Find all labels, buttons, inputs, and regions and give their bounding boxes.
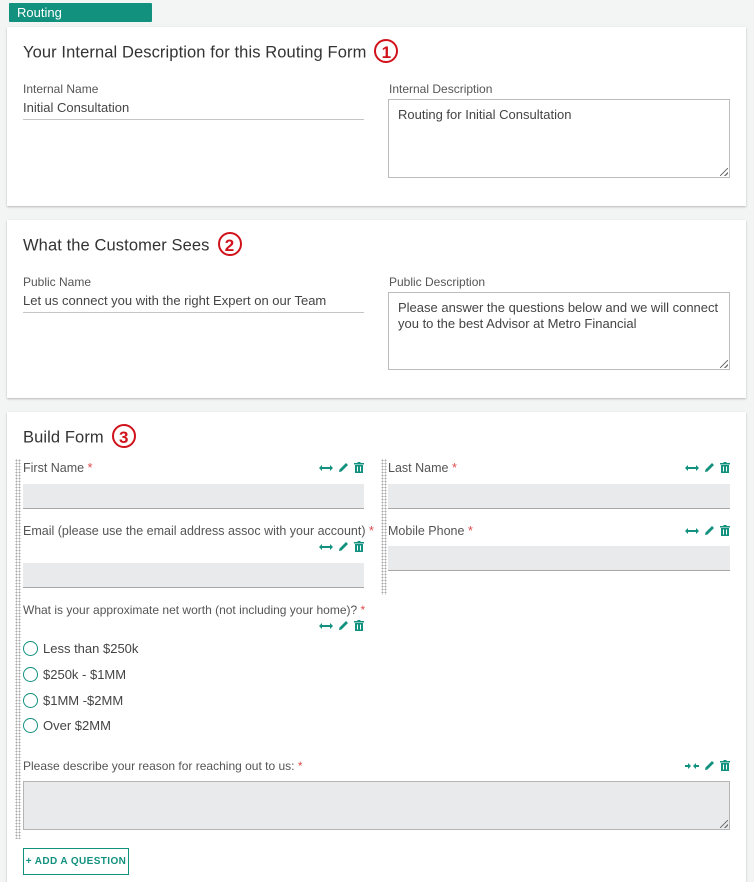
question-label-text: What is your approximate net worth (not … [23, 603, 358, 617]
question-label-text: Email (please use the email address asso… [23, 524, 366, 538]
radio-option-label: Over $2MM [43, 718, 111, 733]
customer-sees-card: What the Customer Sees 2 Public Name Let … [7, 220, 746, 398]
edit-pencil-icon[interactable] [338, 620, 349, 631]
reason-textarea[interactable] [23, 781, 730, 830]
trash-icon[interactable] [720, 525, 730, 536]
required-marker: * [369, 524, 374, 538]
question-actions [685, 760, 730, 771]
last-name-input[interactable] [388, 484, 730, 509]
internal-description-text: Routing for Initial Consultation [398, 107, 572, 122]
edit-pencil-icon[interactable] [704, 760, 715, 771]
expand-width-icon[interactable] [685, 526, 699, 536]
question-label: First Name * [23, 461, 92, 475]
section-title: Build Form 3 [23, 424, 136, 450]
section-title: What the Customer Sees 2 [23, 232, 242, 258]
resize-handle[interactable] [720, 360, 728, 368]
internal-name-input[interactable]: Initial Consultation [23, 100, 364, 120]
public-name-label: Public Name [23, 275, 92, 289]
internal-description-card: Your Internal Description for this Routi… [7, 27, 746, 206]
required-marker: * [297, 759, 303, 773]
question-label-text: Mobile Phone [388, 524, 465, 538]
trash-icon[interactable] [354, 541, 364, 552]
question-label-text: First Name [23, 461, 85, 475]
step-badge-2: 2 [217, 232, 242, 256]
public-description-text: Please answer the questions below and we… [398, 300, 719, 331]
public-description-label: Public Description [389, 275, 486, 289]
expand-width-icon[interactable] [685, 463, 699, 473]
question-actions [685, 462, 730, 473]
public-name-input[interactable]: Let us connect you with the right Expert… [23, 293, 364, 313]
question-label: Please describe your reason for reaching… [23, 759, 303, 773]
question-actions [685, 525, 730, 536]
internal-description-textarea[interactable]: Routing for Initial Consultation [388, 99, 730, 178]
build-form-card: Build Form 3 First Name * Last Name * Ema… [7, 412, 746, 882]
mobile-phone-input[interactable] [388, 546, 730, 571]
expand-width-icon[interactable] [319, 463, 333, 473]
trash-icon[interactable] [354, 462, 364, 473]
trash-icon[interactable] [354, 620, 364, 631]
step-badge-1: 1 [374, 39, 399, 63]
edit-pencil-icon[interactable] [338, 541, 349, 552]
required-marker: * [451, 461, 457, 475]
edit-pencil-icon[interactable] [704, 525, 715, 536]
section-title-text: Your Internal Description for this Routi… [23, 43, 367, 62]
question-label-text: Please describe your reason for reaching… [23, 759, 295, 773]
expand-width-icon[interactable] [319, 621, 333, 631]
edit-pencil-icon[interactable] [704, 462, 715, 473]
compress-width-icon[interactable] [685, 761, 699, 771]
radio-button[interactable] [23, 667, 38, 682]
resize-handle[interactable] [720, 168, 728, 176]
add-question-button[interactable]: + ADD A QUESTION [23, 848, 129, 875]
resize-handle[interactable] [720, 820, 728, 828]
question-actions [319, 462, 364, 473]
public-description-textarea[interactable]: Please answer the questions below and we… [388, 292, 730, 370]
radio-option-label: Less than $250k [43, 641, 139, 656]
required-marker: * [87, 461, 93, 475]
edit-pencil-icon[interactable] [338, 462, 349, 473]
radio-option[interactable]: Over $2MM [23, 718, 111, 733]
trash-icon[interactable] [720, 462, 730, 473]
question-label: Email (please use the email address asso… [23, 524, 374, 538]
radio-option[interactable]: $1MM -$2MM [23, 693, 123, 708]
section-title-text: What the Customer Sees [23, 236, 210, 255]
radio-option-label: $250k - $1MM [43, 667, 127, 682]
question-label: What is your approximate net worth (not … [23, 603, 365, 617]
step-badge-3: 3 [111, 424, 136, 448]
internal-name-label: Internal Name [23, 82, 99, 96]
question-actions [319, 541, 364, 552]
question-actions [319, 620, 364, 631]
required-marker: * [467, 524, 473, 538]
radio-button[interactable] [23, 641, 38, 656]
section-title-text: Build Form [23, 428, 104, 447]
radio-option-label: $1MM -$2MM [43, 693, 124, 708]
email-input[interactable] [23, 563, 364, 588]
internal-description-label: Internal Description [389, 82, 493, 96]
question-label-text: Last Name [388, 461, 449, 475]
radio-button[interactable] [23, 718, 38, 733]
required-marker: * [360, 603, 366, 617]
routing-tab[interactable]: Routing [9, 3, 152, 22]
radio-option[interactable]: Less than $250k [23, 641, 138, 656]
expand-width-icon[interactable] [319, 542, 333, 552]
question-label: Last Name * [388, 461, 457, 475]
left-column-drag-handle[interactable] [15, 459, 21, 839]
first-name-input[interactable] [23, 484, 364, 509]
question-label: Mobile Phone * [388, 524, 473, 538]
radio-option[interactable]: $250k - $1MM [23, 667, 126, 682]
radio-button[interactable] [23, 693, 38, 708]
trash-icon[interactable] [720, 760, 730, 771]
right-column-drag-handle[interactable] [381, 459, 387, 595]
section-title: Your Internal Description for this Routi… [23, 39, 399, 65]
